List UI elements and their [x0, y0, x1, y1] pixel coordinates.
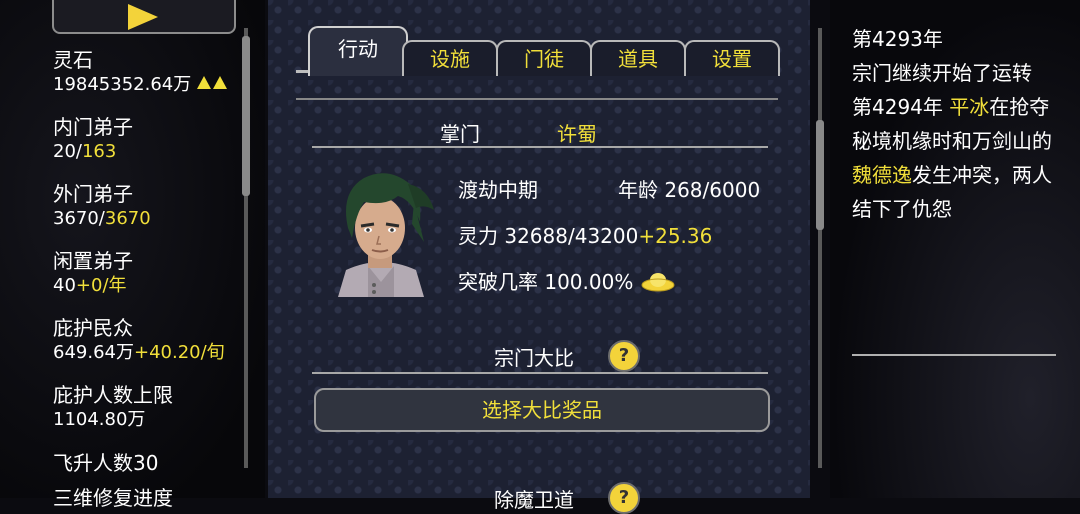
stat-spirit-stones: 灵石 19845352.64万	[53, 48, 228, 96]
leader-age: 年龄 268/6000	[618, 178, 761, 202]
select-contest-reward-button[interactable]: 选择大比奖品	[314, 388, 770, 432]
stat-restore-progress: 三维修复进度	[53, 486, 173, 510]
help-icon[interactable]: ?	[608, 340, 640, 372]
portrait-image	[338, 173, 434, 297]
help-icon[interactable]: ?	[608, 482, 640, 514]
contest-label: 宗门大比	[494, 346, 574, 370]
demon-slaying-label: 除魔卫道	[494, 488, 574, 512]
center-scrollbar[interactable]	[818, 28, 822, 468]
tab-bar: 行动 设施 门徒 道具 设置	[296, 8, 780, 78]
stat-protected-people: 庇护民众 649.64万+40.20/旬	[53, 316, 225, 363]
tab-settings[interactable]: 设置	[684, 40, 780, 76]
tab-disciples[interactable]: 门徒	[496, 40, 592, 76]
warning-icon[interactable]	[197, 76, 212, 89]
leader-title-label: 掌门	[440, 122, 480, 146]
left-scroll-thumb[interactable]	[242, 36, 250, 196]
divider	[296, 98, 778, 100]
log-entry: 宗门继续开始了运转	[852, 61, 1032, 85]
stat-idle-disciples: 闲置弟子 40+0/年	[53, 249, 133, 296]
divider	[312, 372, 768, 374]
log-entry: 第4293年	[852, 27, 943, 51]
stat-inner-disciples: 内门弟子 20/163	[53, 115, 133, 162]
breakthrough-pill-icon[interactable]	[640, 271, 676, 293]
warning-icon[interactable]	[213, 76, 228, 89]
divider	[312, 146, 768, 148]
leader-name[interactable]: 许蜀	[557, 118, 597, 147]
leader-realm: 渡劫中期	[458, 178, 538, 202]
event-log: 第4293年 宗门继续开始了运转 第4294年 平冰在抢夺秘境机缘时和万剑山的魏…	[852, 22, 1062, 226]
play-button[interactable]	[52, 0, 236, 34]
leader-spirit: 灵力 32688/43200+25.36	[458, 224, 713, 248]
stat-protection-limit: 庇护人数上限 1104.80万	[53, 383, 173, 430]
stat-outer-disciples: 外门弟子 3670/3670	[53, 182, 151, 229]
action-panel: 行动 设施 门徒 道具 设置 掌门 许蜀 渡劫中期 年龄 268/6000 灵力…	[268, 0, 824, 514]
leader-breakthrough: 突破几率 100.00%	[458, 266, 676, 295]
stat-ascended: 飞升人数30	[53, 451, 159, 475]
tab-action[interactable]: 行动	[308, 26, 408, 76]
play-icon	[128, 4, 158, 30]
tab-facilities[interactable]: 设施	[402, 40, 498, 76]
event-log-panel: 第4293年 宗门继续开始了运转 第4294年 平冰在抢夺秘境机缘时和万剑山的魏…	[830, 0, 1080, 498]
tab-items[interactable]: 道具	[590, 40, 686, 76]
center-scroll-thumb[interactable]	[816, 120, 824, 230]
sect-stats-panel: 灵石 19845352.64万 内门弟子 20/163 外门弟子 3670/36…	[0, 0, 265, 510]
leader-portrait[interactable]	[316, 162, 446, 297]
log-entry: 第4294年 平冰在抢夺秘境机缘时和万剑山的魏德逸发生冲突，两人结下了仇怨	[852, 95, 1052, 221]
log-divider	[852, 354, 1056, 356]
